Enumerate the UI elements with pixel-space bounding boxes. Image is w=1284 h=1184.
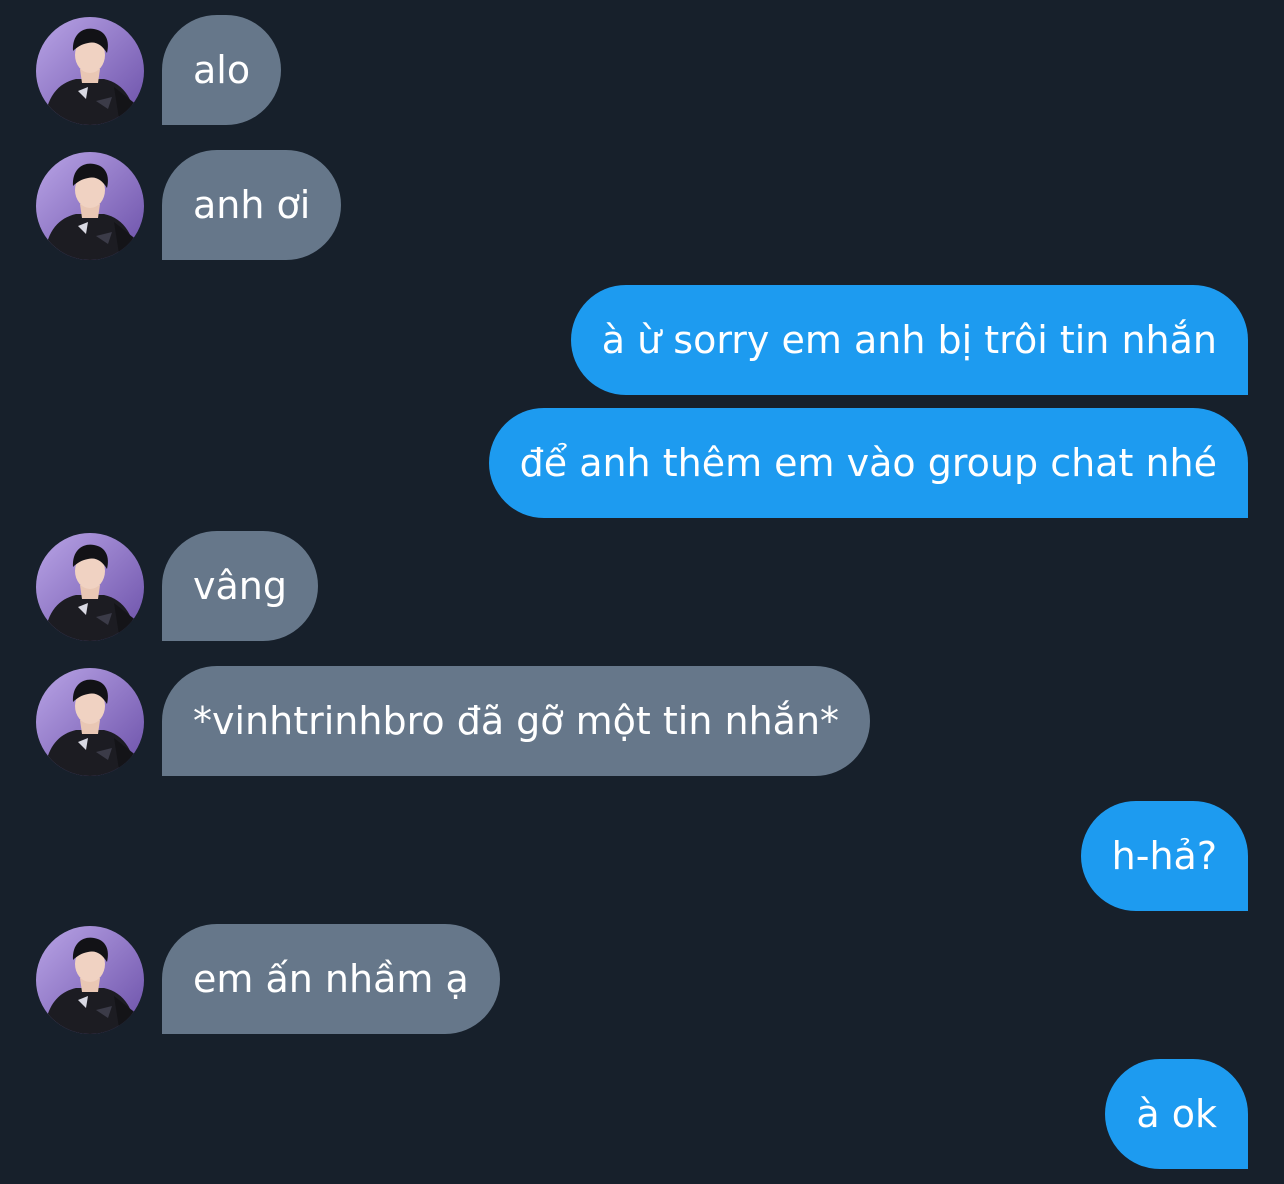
avatar[interactable] (36, 926, 144, 1034)
message-bubble-outgoing[interactable]: để anh thêm em vào group chat nhé (488, 408, 1248, 518)
profile-photo-avatar-icon (36, 926, 144, 1034)
message-bubble-outgoing[interactable]: h-hả? (1080, 801, 1248, 911)
message-bubble-outgoing[interactable]: à ừ sorry em anh bị trôi tin nhắn (570, 285, 1248, 395)
message-bubble-incoming[interactable]: *vinhtrinhbro đã gỡ một tin nhắn* (162, 666, 871, 776)
message-bubble-incoming[interactable]: anh ơi (162, 150, 342, 260)
avatar[interactable] (36, 152, 144, 260)
profile-photo-avatar-icon (36, 17, 144, 125)
avatar[interactable] (36, 17, 144, 125)
profile-photo-avatar-icon (36, 668, 144, 776)
chat-thread[interactable]: alo anh ơi à ừ sorry em anh bị trôi tin … (0, 0, 1284, 1184)
message-bubble-incoming[interactable]: alo (162, 15, 282, 125)
avatar[interactable] (36, 668, 144, 776)
message-bubble-incoming[interactable]: vâng (162, 531, 318, 641)
profile-photo-avatar-icon (36, 533, 144, 641)
profile-photo-avatar-icon (36, 152, 144, 260)
avatar[interactable] (36, 533, 144, 641)
message-bubble-incoming[interactable]: em ấn nhầm ạ (162, 924, 500, 1034)
message-bubble-outgoing[interactable]: à ok (1105, 1059, 1248, 1169)
